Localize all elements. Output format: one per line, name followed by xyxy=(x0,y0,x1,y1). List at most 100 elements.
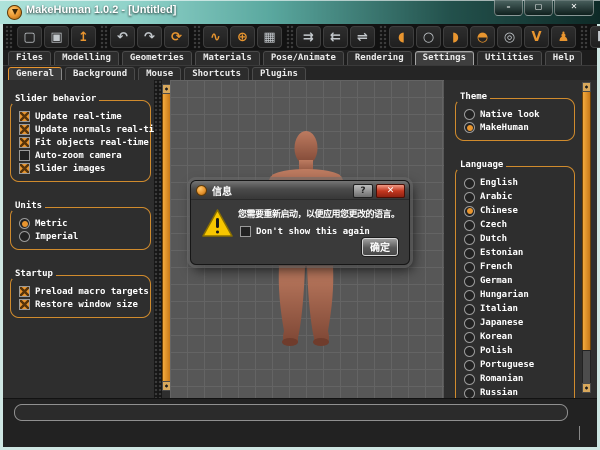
checkbox xyxy=(19,299,30,310)
dialog-help-button[interactable]: ? xyxy=(353,184,373,198)
view-hands-icon[interactable]: V xyxy=(524,26,549,48)
tab-settings[interactable]: Settings xyxy=(415,51,474,65)
tab-rendering[interactable]: Rendering xyxy=(347,51,412,65)
language-option-row[interactable]: Japanese xyxy=(464,316,571,330)
language-option-row[interactable]: Portuguese xyxy=(464,358,571,372)
export-icon[interactable]: ↥ xyxy=(71,26,96,48)
radio-row[interactable]: Imperial xyxy=(19,230,147,243)
settings-subtab-bar: General Background Mouse Shortcuts Plugi… xyxy=(3,65,597,80)
close-button[interactable]: ✕ xyxy=(554,0,594,16)
language-option-row[interactable]: French xyxy=(464,260,571,274)
checkbox-row[interactable]: Restore window size xyxy=(19,298,147,311)
language-option-row[interactable]: Chinese xyxy=(464,204,571,218)
reset-icon: ⟳ xyxy=(171,31,182,44)
subtab-mouse[interactable]: Mouse xyxy=(138,67,181,80)
checkbox-row[interactable]: Preload macro targets xyxy=(19,285,147,298)
subtab-plugins[interactable]: Plugins xyxy=(252,67,306,80)
language-option-row[interactable]: English xyxy=(464,176,571,190)
reset-icon[interactable]: ⟳ xyxy=(164,26,189,48)
tab-modelling[interactable]: Modelling xyxy=(54,51,119,65)
maximize-button[interactable]: ▢ xyxy=(524,0,553,16)
grab-screen-icon[interactable]: ◘ xyxy=(590,26,600,48)
redo-icon[interactable]: ↷ xyxy=(137,26,162,48)
warning-icon xyxy=(202,209,233,237)
view-head-back-icon: ◓ xyxy=(477,31,488,44)
subtab-background[interactable]: Background xyxy=(65,67,135,80)
checkbox-row[interactable]: Fit objects real-time xyxy=(19,136,147,149)
wireframe-globe-icon[interactable]: ⊕ xyxy=(230,26,255,48)
symmetry-lock-icon[interactable]: ⇌ xyxy=(350,26,375,48)
theme-group: Theme Native look MakeHuman xyxy=(455,84,575,141)
view-head-top-icon: ◎ xyxy=(504,31,515,44)
radio-row[interactable]: Native look xyxy=(464,108,571,121)
language-option-row[interactable]: Romanian xyxy=(464,372,571,386)
ok-button[interactable]: 确定 xyxy=(362,238,398,256)
language-option-row[interactable]: Italian xyxy=(464,302,571,316)
checkbox-row[interactable]: Auto-zoom camera xyxy=(19,149,147,162)
new-document-icon[interactable]: ▢ xyxy=(17,26,42,48)
view-hands-icon: V xyxy=(531,31,541,44)
checkbox-row[interactable]: Update real-time xyxy=(19,110,147,123)
view-body-icon[interactable]: ♟ xyxy=(551,26,576,48)
language-option-row[interactable]: Arabic xyxy=(464,190,571,204)
symmetry-right-icon[interactable]: ⇉ xyxy=(296,26,321,48)
tab-geometries[interactable]: Geometries xyxy=(122,51,192,65)
tab-pose-animate[interactable]: Pose/Animate xyxy=(263,51,344,65)
checkbox-label: Update real-time xyxy=(35,112,122,122)
radio-label: Russian xyxy=(480,388,518,398)
subtab-general[interactable]: General xyxy=(8,67,62,80)
right-panel-scrollbar[interactable] xyxy=(582,82,591,393)
makehuman-window: MakeHuman 1.0.2 - [Untitled] – ▢ ✕ ▢ ▣ ↥ xyxy=(0,0,600,450)
checkbox-row[interactable]: Update normals real-time xyxy=(19,123,147,136)
view-head-top-icon[interactable]: ◎ xyxy=(497,26,522,48)
new-document-icon: ▢ xyxy=(23,31,35,44)
tab-materials[interactable]: Materials xyxy=(195,51,260,65)
language-option-row[interactable]: Russian xyxy=(464,386,571,398)
minimize-button[interactable]: – xyxy=(494,0,523,16)
tab-utilities[interactable]: Utilities xyxy=(477,51,542,65)
language-option-row[interactable]: Estonian xyxy=(464,246,571,260)
units-group: Units Metric Imperial xyxy=(10,193,151,250)
tab-files[interactable]: Files xyxy=(8,51,51,65)
symmetry-left-icon[interactable]: ⇇ xyxy=(323,26,348,48)
view-face-left-icon: ◖ xyxy=(398,31,405,44)
radio-button xyxy=(464,109,475,120)
radio-label: English xyxy=(480,178,518,188)
language-option-row[interactable]: Dutch xyxy=(464,232,571,246)
language-option-row[interactable]: Polish xyxy=(464,344,571,358)
radio-button xyxy=(464,234,475,245)
tab-help[interactable]: Help xyxy=(545,51,583,65)
radio-label: Polish xyxy=(480,346,513,356)
checkbox-row[interactable]: Slider images xyxy=(19,162,147,175)
smooth-toggle-icon[interactable]: ∿ xyxy=(203,26,228,48)
checkbox xyxy=(19,163,30,174)
radio-row[interactable]: MakeHuman xyxy=(464,121,571,134)
radio-button xyxy=(464,276,475,287)
slider-behavior-group: Slider behavior Update real-time Update … xyxy=(10,86,151,182)
background-checker-icon[interactable]: ▦ xyxy=(257,26,282,48)
radio-row[interactable]: Metric xyxy=(19,217,147,230)
undo-icon[interactable]: ↶ xyxy=(110,26,135,48)
checkbox xyxy=(240,226,251,237)
dialog-close-button[interactable]: ✕ xyxy=(376,184,405,198)
radio-label: Hungarian xyxy=(480,290,529,300)
checkbox-label: Auto-zoom camera xyxy=(35,151,122,161)
view-face-left-icon[interactable]: ◖ xyxy=(389,26,414,48)
radio-button xyxy=(464,346,475,357)
resize-grip[interactable] xyxy=(579,426,580,440)
language-option-row[interactable]: Korean xyxy=(464,330,571,344)
checkbox xyxy=(19,124,30,135)
save-icon[interactable]: ▣ xyxy=(44,26,69,48)
language-option-row[interactable]: German xyxy=(464,274,571,288)
view-head-right-icon[interactable]: ◗ xyxy=(443,26,468,48)
subtab-shortcuts[interactable]: Shortcuts xyxy=(184,67,249,80)
view-head-back-icon[interactable]: ◓ xyxy=(470,26,495,48)
right-settings-panel: Theme Native look MakeHuman xyxy=(444,80,597,398)
language-option-row[interactable]: Hungarian xyxy=(464,288,571,302)
language-option-row[interactable]: Czech xyxy=(464,218,571,232)
view-head-front-icon[interactable]: ○ xyxy=(416,26,441,48)
scrollbar-thumb[interactable] xyxy=(582,350,591,385)
dont-show-again-row[interactable]: Don't show this again xyxy=(240,226,370,237)
window-titlebar: MakeHuman 1.0.2 - [Untitled] – ▢ ✕ xyxy=(0,0,600,24)
checkbox-label: Restore window size xyxy=(35,300,138,310)
